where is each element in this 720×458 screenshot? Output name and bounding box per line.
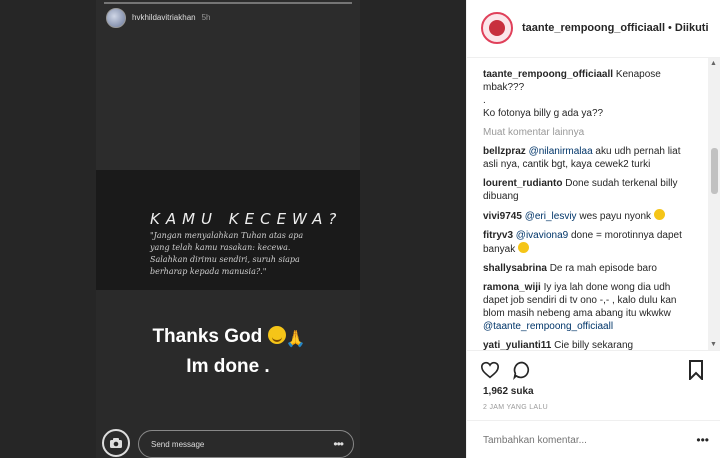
- post-time: 2 JAM YANG LALU: [483, 404, 548, 411]
- post-username[interactable]: taante_rempoong_officiaall: [522, 22, 665, 34]
- comment-icon: [513, 361, 530, 380]
- comment-mention[interactable]: @eri_lesviy: [525, 211, 577, 222]
- save-button[interactable]: [685, 359, 707, 381]
- list-item: shallysabrina De ra mah episode baro: [483, 262, 695, 275]
- list-item: yati_yulianti11 Cie billy sekarang: [483, 339, 695, 350]
- send-message-placeholder: Send message: [151, 440, 205, 449]
- comment-mention[interactable]: @ivaviona9: [516, 230, 568, 241]
- story-panel: hvkhildavitriakhan 5h KAMU KECEWA? "Janga…: [0, 0, 466, 458]
- scroll-up-icon[interactable]: ▲: [710, 60, 717, 67]
- caption-line1: Thanks God: [152, 326, 263, 347]
- smile-emoji-icon: [267, 326, 286, 344]
- comments-list: taante_rempoong_officiaall Kenapose mbak…: [467, 58, 720, 350]
- more-options-icon[interactable]: •••: [696, 433, 709, 447]
- story-username[interactable]: hvkhildavitriakhan: [132, 13, 196, 22]
- comment-username[interactable]: lourent_rudianto: [483, 178, 562, 189]
- camera-icon: [110, 438, 122, 448]
- bookmark-icon: [689, 360, 703, 380]
- comment-text: De ra mah episode baro: [549, 263, 657, 274]
- comment-text: done = morotinnya dapet banyak: [483, 230, 682, 255]
- list-item: vivi9745 @eri_lesviy wes payu nyonk: [483, 209, 695, 223]
- story-time: 5h: [201, 13, 211, 22]
- load-more-comments[interactable]: Muat komentar lainnya: [483, 126, 705, 139]
- follow-button[interactable]: Diikuti: [675, 22, 709, 34]
- comment-username[interactable]: fitryv3: [483, 230, 513, 241]
- scroll-down-icon[interactable]: ▼: [710, 341, 717, 348]
- comments-scrollbar[interactable]: ▲ ▼: [708, 58, 720, 350]
- caption-comment: taante_rempoong_officiaall Kenapose mbak…: [483, 68, 695, 120]
- quote-title: KAMU KECEWA?: [150, 210, 343, 228]
- comment-text: Cie billy sekarang: [554, 340, 634, 350]
- post-header-text: taante_rempoong_officiaall • Diikuti: [522, 22, 709, 34]
- likes-count[interactable]: 1,962 suka: [483, 386, 534, 397]
- pray-emoji-icon: 🙏: [285, 331, 306, 348]
- post-header: taante_rempoong_officiaall • Diikuti: [467, 0, 720, 58]
- comment-text: wes payu nyonk: [576, 211, 652, 222]
- comment-username[interactable]: bellzpraz: [483, 146, 526, 157]
- comment-mention[interactable]: @nilanirmalaa: [529, 146, 593, 157]
- story-avatar[interactable]: [106, 8, 126, 28]
- story-header: hvkhildavitriakhan 5h: [132, 13, 211, 22]
- caption-dot: .: [483, 95, 486, 106]
- comment-username[interactable]: taante_rempoong_officiaall: [483, 69, 613, 80]
- quote-body: "Jangan menyalahkan Tuhan atas apa yang …: [150, 231, 304, 276]
- add-comment-area: •••: [467, 420, 720, 458]
- more-options-icon[interactable]: •••: [333, 437, 344, 451]
- header-separator: •: [668, 22, 672, 34]
- comment-mention[interactable]: @taante_rempoong_officiaall: [483, 321, 613, 332]
- laugh-emoji-icon: [653, 209, 665, 220]
- caption-line2: Im done .: [186, 356, 270, 377]
- list-item: lourent_rudianto Done sudah terkenal bil…: [483, 177, 695, 203]
- comment-username[interactable]: yati_yulianti11: [483, 340, 551, 350]
- comment-username[interactable]: shallysabrina: [483, 263, 547, 274]
- story-progress-bar: [104, 2, 352, 4]
- post-panel: taante_rempoong_officiaall • Diikuti taant…: [466, 0, 720, 458]
- camera-button[interactable]: [102, 429, 130, 457]
- like-button[interactable]: [479, 359, 501, 381]
- heart-icon: [480, 361, 500, 379]
- post-avatar[interactable]: [481, 12, 513, 44]
- list-item: ramona_wiji Iy iya lah done wong dia udh…: [483, 281, 695, 333]
- laugh-emoji-icon: [518, 242, 530, 253]
- list-item: bellzpraz @nilanirmalaa aku udh pernah l…: [483, 145, 695, 171]
- scroll-thumb[interactable]: [711, 148, 718, 194]
- list-item: fitryv3 @ivaviona9 done = morotinnya dap…: [483, 229, 695, 256]
- comment-button[interactable]: [511, 359, 533, 381]
- comment-username[interactable]: vivi9745: [483, 211, 522, 222]
- comment-username[interactable]: ramona_wiji: [483, 282, 541, 293]
- add-comment-input[interactable]: [483, 435, 683, 446]
- story-top-area: [96, 0, 360, 170]
- caption-text2: Ko fotonya billy g ada ya??: [483, 108, 604, 119]
- send-message-input[interactable]: Send message •••: [138, 430, 354, 458]
- story-caption: Thanks God 🙏 Im done .: [96, 322, 360, 382]
